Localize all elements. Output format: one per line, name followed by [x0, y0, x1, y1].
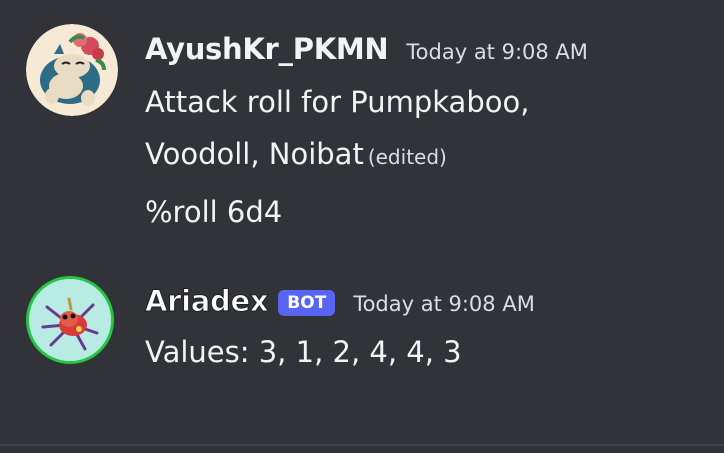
edited-label[interactable]: (edited): [368, 145, 447, 169]
message-line-edited: Voodoll, Noibat (edited): [145, 128, 705, 183]
message-header: Ariadex BOT Today at 9:08 AM: [144, 284, 535, 326]
message-ayushkr: AyushKr_PKMN Today at 9:08 AM Attack rol…: [0, 24, 724, 254]
message-content: %roll 6d4: [145, 186, 705, 238]
snorlax-avatar-icon: [26, 24, 118, 116]
username[interactable]: Ariadex: [144, 284, 269, 319]
bot-avatar[interactable]: [26, 276, 114, 364]
user-avatar[interactable]: [26, 24, 118, 116]
message-line: %roll 6d4: [145, 195, 283, 229]
message-header: AyushKr_PKMN Today at 9:08 AM: [145, 32, 588, 74]
message-line: Values: 3, 1, 2, 4, 4, 3: [145, 335, 462, 369]
chat-divider: [0, 444, 724, 446]
bot-tag: BOT: [278, 290, 336, 316]
message-content: Values: 3, 1, 2, 4, 4, 3: [145, 326, 705, 378]
timestamp[interactable]: Today at 9:08 AM: [353, 292, 535, 316]
timestamp[interactable]: Today at 9:08 AM: [406, 40, 588, 64]
message-ariadex: Ariadex BOT Today at 9:08 AM Values: 3, …: [0, 276, 724, 386]
message-content: Attack roll for Pumpkaboo, Voodoll, Noib…: [145, 76, 705, 183]
message-line: Attack roll for Pumpkaboo,: [145, 85, 530, 119]
username[interactable]: AyushKr_PKMN: [145, 32, 389, 66]
ariados-avatar-icon: [29, 279, 111, 361]
message-line: Voodoll, Noibat: [145, 137, 364, 171]
